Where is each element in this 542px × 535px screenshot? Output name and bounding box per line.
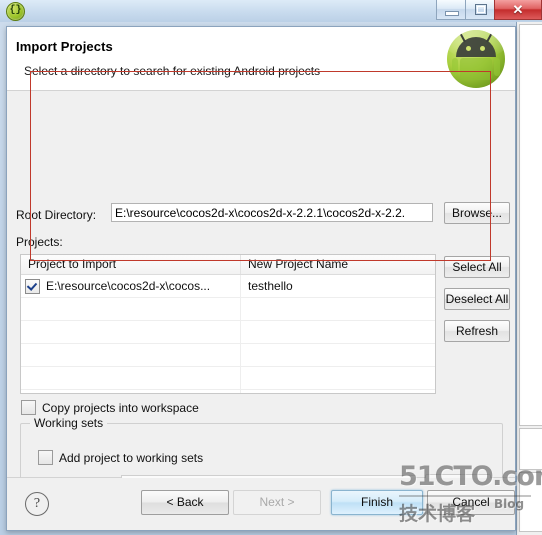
droid-eye-left bbox=[466, 46, 471, 51]
window-titlebar: {} ✕ bbox=[0, 0, 542, 22]
page-description: Select a directory to search for existin… bbox=[24, 64, 321, 78]
table-row-empty bbox=[21, 367, 435, 390]
copy-projects-checkbox[interactable] bbox=[21, 400, 36, 415]
dialog-header: Import Projects Select a directory to se… bbox=[7, 27, 515, 91]
table-row[interactable]: E:\resource\cocos2d-x\cocos... testhello bbox=[21, 275, 435, 298]
add-project-checkbox[interactable] bbox=[38, 450, 53, 465]
browse-button[interactable]: Browse... bbox=[444, 202, 510, 224]
page-title: Import Projects bbox=[16, 39, 113, 54]
add-project-label: Add project to working sets bbox=[59, 450, 204, 465]
background-window-panel-3 bbox=[519, 472, 542, 532]
table-row-empty bbox=[21, 321, 435, 344]
empty-cell bbox=[21, 298, 241, 320]
close-icon: ✕ bbox=[512, 2, 524, 17]
table-row-empty bbox=[21, 344, 435, 367]
empty-cell bbox=[21, 344, 241, 366]
projects-label: Projects: bbox=[16, 235, 63, 249]
back-button[interactable]: < Back bbox=[141, 490, 229, 515]
table-row-empty bbox=[21, 298, 435, 321]
table-header-row: Project to Import New Project Name bbox=[21, 255, 435, 275]
screen-root: {} ✕ Import Projects Select a directory … bbox=[0, 0, 542, 535]
root-directory-label: Root Directory: bbox=[16, 208, 97, 222]
working-sets-group-title: Working sets bbox=[30, 416, 108, 430]
cell-project-path-text: E:\resource\cocos2d-x\cocos... bbox=[46, 279, 211, 293]
deselect-all-button[interactable]: Deselect All bbox=[444, 288, 510, 310]
empty-cell bbox=[241, 390, 435, 393]
copy-projects-label: Copy projects into workspace bbox=[42, 400, 199, 415]
droid-arm-right bbox=[494, 58, 500, 76]
copy-projects-checkbox-row[interactable]: Copy projects into workspace bbox=[21, 400, 199, 415]
table-row-empty bbox=[21, 390, 435, 393]
empty-cell bbox=[21, 390, 241, 393]
root-directory-input[interactable] bbox=[111, 203, 433, 222]
empty-cell bbox=[241, 344, 435, 366]
dialog-body: Root Directory: Browse... Projects: Proj… bbox=[7, 91, 515, 503]
projects-table[interactable]: Project to Import New Project Name E:\re… bbox=[20, 254, 436, 394]
empty-cell bbox=[21, 321, 241, 343]
help-icon[interactable]: ? bbox=[25, 492, 49, 516]
add-project-to-working-sets-row[interactable]: Add project to working sets bbox=[38, 450, 203, 465]
dialog-footer: ? < Back Next > Finish Cancel bbox=[7, 478, 515, 530]
column-header-project-to-import: Project to Import bbox=[21, 255, 241, 274]
close-button[interactable]: ✕ bbox=[494, 0, 542, 20]
background-window bbox=[516, 0, 542, 535]
background-window-panel-2 bbox=[519, 428, 542, 470]
maximize-icon bbox=[475, 4, 487, 15]
droid-arm-left bbox=[452, 58, 458, 76]
empty-cell bbox=[241, 321, 435, 343]
import-projects-dialog: Import Projects Select a directory to se… bbox=[6, 26, 516, 531]
android-robot-icon bbox=[447, 30, 505, 88]
droid-body bbox=[460, 58, 492, 80]
next-button: Next > bbox=[233, 490, 321, 515]
cancel-button[interactable]: Cancel bbox=[427, 490, 515, 515]
cell-project-to-import: E:\resource\cocos2d-x\cocos... bbox=[21, 275, 241, 297]
window-controls: ✕ bbox=[436, 0, 542, 20]
column-header-new-project-name: New Project Name bbox=[248, 257, 349, 271]
empty-cell bbox=[241, 367, 435, 389]
finish-button[interactable]: Finish bbox=[331, 490, 423, 515]
refresh-button[interactable]: Refresh bbox=[444, 320, 510, 342]
minimize-icon bbox=[445, 11, 459, 16]
empty-cell bbox=[241, 298, 435, 320]
cell-new-project-name: testhello bbox=[248, 279, 293, 293]
row-checkbox[interactable] bbox=[25, 278, 40, 294]
select-all-button[interactable]: Select All bbox=[444, 256, 510, 278]
app-icon: {} bbox=[6, 2, 25, 21]
droid-eye-right bbox=[480, 46, 485, 51]
minimize-button[interactable] bbox=[436, 0, 466, 20]
maximize-button[interactable] bbox=[465, 0, 495, 20]
empty-cell bbox=[21, 367, 241, 389]
background-window-panel-1 bbox=[519, 24, 542, 426]
